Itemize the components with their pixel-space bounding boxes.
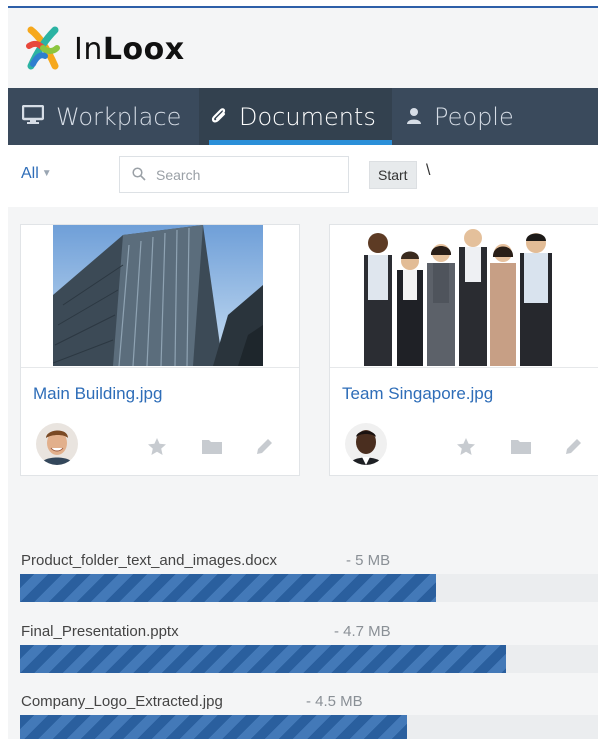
filter-dropdown[interactable]: All ▼: [21, 165, 52, 183]
upload-progress-track: [20, 715, 598, 739]
breadcrumb-separator: \: [426, 162, 431, 179]
folder-icon[interactable]: [202, 436, 256, 456]
app-header: InLoox: [8, 8, 598, 88]
nav-tab-label: Documents: [239, 102, 376, 131]
card-actions: [457, 436, 598, 456]
search-input[interactable]: [156, 163, 336, 187]
edit-pencil-icon[interactable]: [565, 436, 598, 456]
upload-item: Final_Presentation.pptx - 4.7 MB: [20, 623, 598, 675]
nav-tab-people[interactable]: People: [406, 88, 514, 145]
search-icon: [132, 167, 146, 181]
brand-name[interactable]: InLoox: [74, 32, 185, 67]
upload-item: Product_folder_text_and_images.docx - 5 …: [20, 552, 598, 604]
owner-avatar[interactable]: [36, 423, 78, 465]
owner-avatar[interactable]: [345, 423, 387, 465]
document-title[interactable]: Team Singapore.jpg: [342, 384, 493, 404]
documents-toolbar: All▼ Start \: [8, 145, 598, 207]
upload-progress-fill: [20, 645, 506, 673]
card-actions: [148, 436, 310, 456]
document-thumbnail[interactable]: [332, 225, 575, 366]
caret-down-icon: ▼: [41, 168, 52, 179]
card-divider: [21, 367, 299, 368]
favorite-star-icon[interactable]: [457, 436, 511, 456]
document-title[interactable]: Main Building.jpg: [33, 384, 162, 404]
upload-file-name: Company_Logo_Extracted.jpg: [21, 693, 223, 710]
upload-item: Company_Logo_Extracted.jpg - 4.5 MB: [20, 693, 598, 739]
nav-tab-documents[interactable]: Documents: [199, 88, 392, 145]
upload-file-name: Final_Presentation.pptx: [21, 623, 179, 640]
folder-icon[interactable]: [511, 436, 565, 456]
document-card[interactable]: Main Building.jpg: [20, 224, 300, 476]
edit-pencil-icon[interactable]: [256, 436, 310, 456]
upload-progress-fill: [20, 715, 408, 739]
upload-file-size: - 4.7 MB: [334, 623, 391, 640]
inloox-logo-icon: [26, 26, 60, 70]
nav-tab-label: People: [434, 102, 514, 131]
breadcrumb-start[interactable]: Start: [369, 161, 417, 189]
card-divider: [330, 367, 598, 368]
document-thumbnail[interactable]: [53, 225, 263, 366]
upload-progress-fill: [20, 574, 437, 602]
brand-name-light: In: [74, 32, 103, 67]
person-icon: [406, 103, 422, 131]
upload-file-size: - 4.5 MB: [306, 693, 363, 710]
documents-area: Main Building.jpg Team Singapore.jpg Pro…: [8, 207, 598, 739]
main-navigation: Workplace Documents People: [8, 88, 598, 145]
upload-file-name: Product_folder_text_and_images.docx: [21, 552, 277, 569]
upload-file-size: - 5 MB: [346, 552, 391, 569]
nav-tab-workplace[interactable]: Workplace: [21, 88, 182, 145]
upload-progress-track: [20, 574, 598, 602]
nav-tab-label: Workplace: [56, 102, 182, 131]
brand-name-bold: Loox: [102, 32, 185, 67]
upload-progress-track: [20, 645, 598, 673]
search-box[interactable]: [119, 156, 349, 193]
monitor-icon: [21, 103, 45, 131]
document-card[interactable]: Team Singapore.jpg: [329, 224, 598, 476]
favorite-star-icon[interactable]: [148, 436, 202, 456]
filter-label: All: [21, 165, 39, 182]
paperclip-icon: [211, 103, 227, 131]
